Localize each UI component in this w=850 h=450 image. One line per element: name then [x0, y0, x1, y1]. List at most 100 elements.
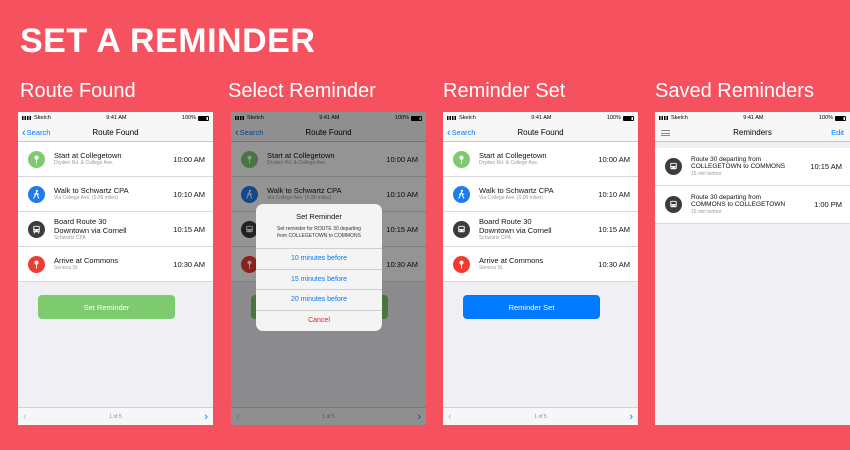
pager: ‹ 1 of 5 ›	[443, 407, 638, 425]
step-title: Start at Collegetown	[54, 151, 122, 160]
bus-icon	[28, 220, 45, 238]
route-step-arrive[interactable]: Arrive at CommonsSeneca St. 10:30 AM	[18, 247, 213, 282]
step-subtitle: Seneca St.	[54, 265, 79, 271]
route-step-bus[interactable]: Board Route 30Downtown via CornellSchwar…	[18, 212, 213, 247]
step-time: 10:15 AM	[173, 224, 205, 234]
step-title: Board Route 30	[479, 216, 532, 226]
phone-route-found: Sketch 9:41 AM 100% ‹ Search Route Found …	[18, 112, 213, 425]
step-subtitle: Schwartz CPA	[54, 234, 86, 241]
reminder-title: Route 30 departing from	[691, 155, 762, 163]
dialog-title: Set Reminder	[296, 212, 342, 221]
carrier: Sketch	[34, 115, 51, 121]
step-subtitle: Via College Ave. (0.06 miles)	[479, 195, 544, 201]
step-time: 10:30 AM	[173, 259, 205, 269]
prev-page-button[interactable]: ‹	[23, 411, 27, 423]
carrier: Sketch	[671, 115, 688, 121]
phone-reminder-set: Sketch 9:41 AM 100% ‹ Search Route Found …	[443, 112, 638, 425]
battery-icon	[198, 115, 209, 121]
clock: 9:41 AM	[743, 115, 764, 121]
chevron-left-icon: ‹	[447, 126, 451, 139]
back-button[interactable]: ‹ Search	[447, 126, 475, 139]
step-title: Arrive at Commons	[479, 256, 544, 265]
battery-percent: 100%	[181, 115, 196, 121]
next-page-button[interactable]: ›	[204, 411, 208, 423]
cancel-button[interactable]: Cancel	[256, 311, 382, 332]
pager: ‹ 1 of 5 ›	[18, 407, 213, 425]
nav-title: Route Found	[92, 128, 139, 137]
step-title: Board Route 30	[54, 216, 107, 226]
route-step-start[interactable]: Start at Collegetown Dryden Rd. & College…	[443, 142, 638, 177]
step-title: Arrive at Commons	[54, 256, 119, 265]
route-step-walk[interactable]: Walk to Schwartz CPA Via College Ave. (0.…	[18, 177, 213, 212]
route-step-bus[interactable]: Board Route 30Downtown via CornellSchwar…	[443, 212, 638, 247]
battery-percent: 100%	[606, 115, 621, 121]
pin-icon	[453, 150, 470, 168]
step-time: 10:30 AM	[598, 259, 630, 269]
battery-icon	[623, 115, 634, 121]
clock: 9:41 AM	[106, 115, 127, 121]
page-title: SET A REMINDER	[20, 22, 316, 60]
menu-icon[interactable]	[661, 129, 670, 136]
bus-icon	[665, 158, 682, 175]
reminder-subtitle: 15 min before	[691, 208, 722, 215]
option-15-minutes[interactable]: 15 minutes before	[256, 270, 382, 290]
page-indicator: 1 of 5	[534, 413, 547, 420]
clock: 9:41 AM	[531, 115, 552, 121]
next-page-button[interactable]: ›	[629, 411, 633, 423]
step-time: 10:10 AM	[598, 189, 630, 199]
panel-label-saved-reminders: Saved Reminders	[655, 80, 814, 102]
reminder-subtitle: 15 min before	[691, 170, 722, 177]
signal-icon	[22, 116, 32, 120]
step-subtitle: Seneca St.	[479, 265, 504, 271]
phone-saved-reminders: Sketch 9:41 AM 100% Reminders Edit Route…	[655, 112, 850, 425]
dialog-message: Set reminder for ROUTE 30 departing from …	[277, 226, 361, 239]
reminder-item[interactable]: Route 30 departing from COLLEGETOWN to CO…	[655, 148, 850, 186]
nav-bar: ‹ Search Route Found	[443, 124, 638, 142]
reminders-list: Route 30 departing from COLLEGETOWN to CO…	[655, 148, 850, 224]
prev-page-button[interactable]: ‹	[448, 411, 452, 423]
step-title: Start at Collegetown	[479, 151, 547, 160]
option-10-minutes[interactable]: 10 minutes before	[256, 249, 382, 270]
step-time: 10:10 AM	[173, 189, 205, 199]
option-20-minutes[interactable]: 20 minutes before	[256, 290, 382, 311]
battery-icon	[835, 115, 846, 121]
nav-title: Route Found	[517, 128, 564, 137]
panel-label-reminder-set: Reminder Set	[443, 80, 566, 102]
reminder-item[interactable]: Route 30 departing from COMMONS to COLLEG…	[655, 186, 850, 224]
nav-title: Reminders	[733, 128, 772, 137]
reminder-time: 10:15 AM	[810, 162, 842, 171]
bus-icon	[453, 220, 470, 238]
signal-icon	[659, 116, 669, 120]
walk-icon	[28, 185, 45, 203]
edit-button[interactable]: Edit	[831, 128, 844, 137]
route-step-start[interactable]: Start at Collegetown Dryden Rd. & College…	[18, 142, 213, 177]
battery-percent: 100%	[818, 115, 833, 121]
step-title: Walk to Schwartz CPA	[54, 186, 129, 195]
panel-label-select-reminder: Select Reminder	[228, 80, 376, 102]
status-bar: Sketch 9:41 AM 100%	[18, 112, 213, 124]
step-time: 10:00 AM	[173, 154, 205, 164]
pin-icon	[28, 150, 45, 168]
step-subtitle: Dryden Rd. & College Ave.	[54, 160, 114, 166]
route-step-walk[interactable]: Walk to Schwartz CPA Via College Ave. (0.…	[443, 177, 638, 212]
step-subtitle: Schwartz CPA	[479, 234, 511, 241]
step-subtitle: Dryden Rd. & College Ave.	[479, 160, 539, 166]
signal-icon	[447, 116, 457, 120]
reminder-time: 1:00 PM	[814, 200, 842, 209]
nav-bar: Reminders Edit	[655, 124, 850, 142]
chevron-left-icon: ‹	[22, 126, 26, 139]
reminder-title-line2: COLLEGETOWN to COMMONS	[691, 163, 786, 170]
walk-icon	[453, 185, 470, 203]
phone-select-reminder: Sketch 9:41 AM 100% ‹ Search Route Found …	[231, 112, 426, 425]
pin-icon	[453, 255, 470, 273]
set-reminder-button[interactable]: Set Reminder	[38, 295, 175, 319]
set-reminder-dialog: Set Reminder Set reminder for ROUTE 30 d…	[256, 204, 382, 331]
step-time: 10:00 AM	[598, 154, 630, 164]
route-step-arrive[interactable]: Arrive at CommonsSeneca St. 10:30 AM	[443, 247, 638, 282]
back-button[interactable]: ‹ Search	[22, 126, 50, 139]
reminder-set-button[interactable]: Reminder Set	[463, 295, 600, 319]
panel-label-route-found: Route Found	[20, 80, 136, 102]
status-bar: Sketch 9:41 AM 100%	[655, 112, 850, 124]
step-subtitle: Via College Ave. (0.06 miles)	[54, 195, 119, 201]
page-indicator: 1 of 5	[109, 413, 122, 420]
